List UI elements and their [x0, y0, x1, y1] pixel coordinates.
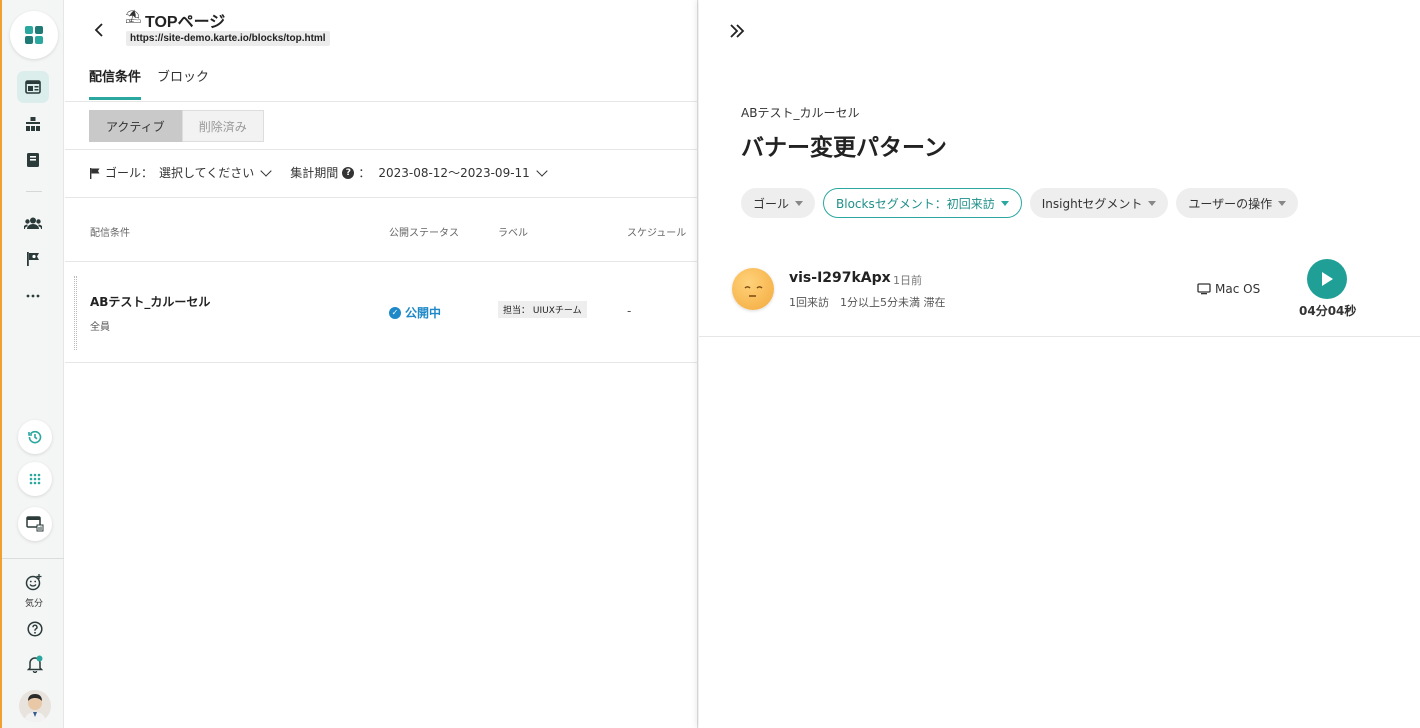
table-header-divider — [65, 261, 698, 262]
period-chevron-down-icon[interactable] — [536, 164, 548, 177]
goal-chevron-down-icon[interactable] — [260, 164, 272, 177]
drag-handle[interactable] — [74, 276, 77, 350]
caret-down-icon — [795, 200, 804, 206]
active-filter-button[interactable]: アクティブ — [89, 110, 182, 142]
user-avatar[interactable] — [19, 690, 51, 722]
session-duration: 04分04秒 — [1299, 304, 1357, 318]
nav-flag-icon[interactable] — [17, 243, 49, 275]
visitor-divider — [699, 336, 1420, 337]
user-action-chip[interactable]: ユーザーの操作 — [1176, 188, 1299, 218]
pattern-title: バナー変更パターン — [741, 135, 947, 161]
row-audience: 全員 — [90, 322, 110, 333]
row-title: ABテスト_カルーセル — [90, 295, 211, 309]
visitor-summary: 1回来訪 1分以上5分未満 滞在 — [789, 296, 946, 309]
period-select[interactable]: 2023-08-12〜2023-09-11 — [378, 164, 529, 181]
history-icon[interactable] — [18, 420, 52, 454]
caret-down-icon — [1148, 200, 1157, 206]
nav-users-icon[interactable] — [17, 207, 49, 239]
play-session-button[interactable] — [1307, 259, 1347, 299]
tab-blocks[interactable]: ブロック — [157, 66, 209, 100]
rail-divider — [26, 191, 42, 192]
campaign-name: ABテスト_カルーセル — [741, 106, 860, 120]
tab-delivery-conditions[interactable]: 配信条件 — [89, 66, 142, 100]
rail-bottom-divider — [2, 558, 64, 559]
mood-button[interactable]: 気分 — [16, 573, 52, 609]
caret-down-icon — [1278, 200, 1287, 206]
visitor-last-seen: 1日前 — [893, 274, 922, 287]
mood-label: 気分 — [24, 599, 43, 609]
table-row-divider — [65, 362, 698, 363]
deleted-filter-button[interactable]: 削除済み — [181, 110, 264, 142]
caret-down-icon — [1000, 200, 1009, 206]
check-circle-icon: ✓ — [389, 306, 401, 319]
visitor-os-label: Mac OS — [1215, 282, 1261, 296]
play-icon — [1322, 272, 1333, 286]
apps-grid-icon[interactable] — [18, 462, 52, 496]
goal-chip[interactable]: ゴール — [741, 188, 816, 218]
insight-segment-chip-label: Insightセグメント — [1041, 196, 1143, 211]
column-header-status[interactable]: 公開ステータス — [389, 224, 459, 239]
collapse-double-chevron-icon[interactable] — [726, 20, 748, 42]
owner-label-chip: 担当： UIUXチーム — [498, 301, 587, 318]
page-url[interactable]: https://site-demo.karte.io/blocks/top.ht… — [126, 31, 330, 46]
nav-blocks-icon[interactable] — [17, 71, 49, 103]
visitor-avatar-icon — [732, 268, 774, 310]
schedule-value: - — [627, 304, 632, 318]
period-colon: ： — [358, 166, 371, 180]
visitor-id: vis-I297kApx — [789, 270, 891, 286]
filter-bar: ゴール： 選択してください 集計期間 ? ： 2023-08-12〜2023-0… — [89, 164, 548, 181]
segment-divider — [65, 149, 698, 150]
period-help-icon[interactable]: ? — [342, 166, 355, 179]
period-filter-label: 集計期間 — [290, 166, 339, 180]
status-segmented-control: アクティブ 削除済み — [89, 110, 264, 142]
block-list-panel: ⛱ TOPページ https://site-demo.karte.io/bloc… — [65, 0, 698, 728]
column-header-schedule[interactable]: スケジュール — [627, 224, 686, 239]
nav-hierarchy-icon[interactable] — [17, 108, 49, 140]
filter-divider — [65, 197, 698, 198]
column-header-label[interactable]: ラベル — [498, 224, 528, 239]
goal-chip-label: ゴール — [753, 196, 790, 211]
insight-segment-chip[interactable]: Insightセグメント — [1029, 188, 1169, 218]
visitor-os: Mac OS — [1197, 282, 1260, 296]
app-logo-icon[interactable] — [10, 11, 58, 59]
notification-bell-icon[interactable] — [24, 653, 46, 675]
pattern-detail-panel: ABテスト_カルーセル バナー変更パターン ゴール Blocksセグメント：初回… — [699, 0, 1420, 728]
goal-select[interactable]: 選択してください — [159, 164, 254, 181]
user-action-chip-label: ユーザーの操作 — [1188, 196, 1273, 211]
segment-filter-chips: ゴール Blocksセグメント：初回来訪 Insightセグメント ユーザーの操… — [741, 188, 1299, 218]
status-badge: ✓ 公開中 — [389, 304, 441, 321]
browser-window-icon[interactable] — [18, 507, 52, 541]
page-title: TOPページ — [145, 14, 226, 31]
status-text: 公開中 — [405, 306, 442, 320]
goal-flag-icon — [90, 167, 100, 179]
smiley-icon — [25, 574, 42, 591]
blocks-segment-chip-label: Blocksセグメント：初回来訪 — [836, 196, 995, 211]
column-header-conditions[interactable]: 配信条件 — [90, 224, 130, 239]
tab-divider — [65, 101, 698, 102]
nav-book-icon[interactable] — [17, 144, 49, 176]
nav-more-icon[interactable] — [17, 280, 49, 312]
desktop-icon — [1197, 283, 1211, 295]
left-rail: 気分 — [0, 0, 64, 728]
back-chevron-icon[interactable] — [87, 18, 111, 42]
help-icon[interactable] — [24, 618, 46, 640]
goal-filter-label: ゴール： — [105, 166, 154, 180]
page-emoji-icon: ⛱ — [125, 10, 142, 25]
blocks-segment-chip[interactable]: Blocksセグメント：初回来訪 — [823, 188, 1022, 218]
tab-bar: 配信条件 ブロック — [89, 66, 209, 100]
